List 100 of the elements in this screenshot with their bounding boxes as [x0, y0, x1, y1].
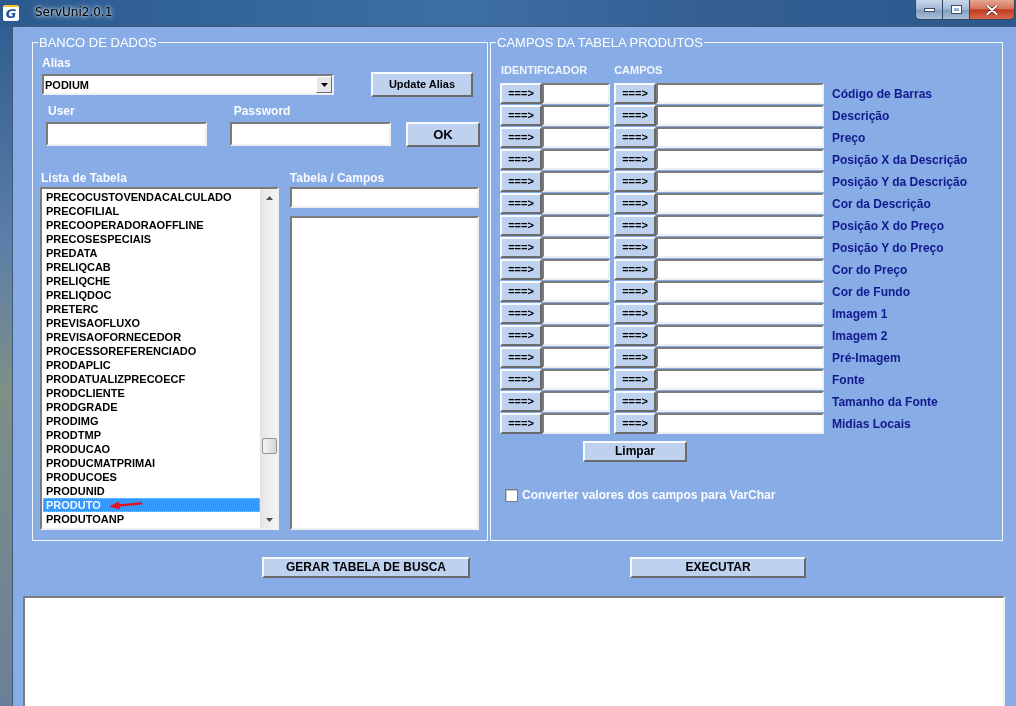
map-button[interactable]: ===>	[614, 149, 656, 170]
map-button[interactable]: ===>	[500, 325, 542, 346]
identifier-field[interactable]	[542, 325, 610, 346]
identifier-field[interactable]	[542, 149, 610, 170]
column-field[interactable]	[656, 369, 824, 390]
identifier-field[interactable]	[542, 83, 610, 104]
scrollbar[interactable]	[260, 189, 277, 528]
map-button[interactable]: ===>	[614, 127, 656, 148]
column-field[interactable]	[656, 215, 824, 236]
list-item[interactable]: PRODUCMATPRIMAI	[43, 456, 260, 470]
list-item[interactable]: PRECOSESPECIAIS	[43, 232, 260, 246]
list-item[interactable]: PRODUNID	[43, 484, 260, 498]
scrollbar-thumb[interactable]	[261, 438, 277, 454]
map-button[interactable]: ===>	[500, 149, 542, 170]
list-item[interactable]: PRECOOPERADORAOFFLINE	[43, 218, 260, 232]
identifier-field[interactable]	[542, 347, 610, 368]
list-item[interactable]: PRODCLIENTE	[43, 386, 260, 400]
list-item[interactable]: PRODAPLIC	[43, 358, 260, 372]
map-button[interactable]: ===>	[614, 325, 656, 346]
list-item[interactable]: PRETERC	[43, 302, 260, 316]
map-button[interactable]: ===>	[500, 127, 542, 148]
list-item[interactable]: PREVISAOFORNECEDOR	[43, 330, 260, 344]
identifier-field[interactable]	[542, 259, 610, 280]
column-field[interactable]	[656, 391, 824, 412]
list-item[interactable]: PRECOFILIAL	[43, 204, 260, 218]
output-text-area[interactable]	[23, 596, 1005, 706]
identifier-field[interactable]	[542, 215, 610, 236]
list-item[interactable]: PRODUCAO	[43, 442, 260, 456]
map-button[interactable]: ===>	[500, 83, 542, 104]
list-item[interactable]: PREDATA	[43, 246, 260, 260]
map-button[interactable]: ===>	[500, 171, 542, 192]
map-button[interactable]: ===>	[614, 259, 656, 280]
column-field[interactable]	[656, 193, 824, 214]
map-button[interactable]: ===>	[614, 193, 656, 214]
list-item[interactable]: PRODGRADE	[43, 400, 260, 414]
column-field[interactable]	[656, 281, 824, 302]
list-item[interactable]: PROCESSOREFERENCIADO	[43, 344, 260, 358]
column-field[interactable]	[656, 259, 824, 280]
column-field[interactable]	[656, 413, 824, 434]
identifier-field[interactable]	[542, 413, 610, 434]
column-field[interactable]	[656, 127, 824, 148]
list-item[interactable]: PRELIQCHE	[43, 274, 260, 288]
ok-button[interactable]: OK	[406, 122, 480, 147]
column-field[interactable]	[656, 83, 824, 104]
map-button[interactable]: ===>	[500, 237, 542, 258]
map-button[interactable]: ===>	[500, 105, 542, 126]
column-field[interactable]	[656, 171, 824, 192]
map-button[interactable]: ===>	[614, 105, 656, 126]
action-button[interactable]: EXECUTAR	[630, 557, 806, 578]
map-button[interactable]: ===>	[614, 413, 656, 434]
column-field[interactable]	[656, 105, 824, 126]
map-button[interactable]: ===>	[500, 391, 542, 412]
maximize-button[interactable]	[943, 0, 970, 20]
map-button[interactable]: ===>	[614, 391, 656, 412]
scroll-up-icon[interactable]	[265, 196, 273, 200]
map-button[interactable]: ===>	[614, 83, 656, 104]
map-button[interactable]: ===>	[500, 281, 542, 302]
map-button[interactable]: ===>	[500, 347, 542, 368]
action-button[interactable]: GERAR TABELA DE BUSCA	[262, 557, 470, 578]
fields-text-area[interactable]	[290, 216, 479, 530]
map-button[interactable]: ===>	[614, 347, 656, 368]
update-alias-button[interactable]: Update Alias	[371, 72, 473, 97]
list-item[interactable]: PRECOCUSTOVENDACALCULADO	[43, 190, 260, 204]
password-field[interactable]	[230, 122, 391, 146]
checkbox[interactable]	[505, 488, 518, 502]
identifier-field[interactable]	[542, 105, 610, 126]
map-button[interactable]: ===>	[500, 215, 542, 236]
user-field[interactable]	[46, 122, 207, 146]
map-button[interactable]: ===>	[500, 413, 542, 434]
identifier-field[interactable]	[542, 127, 610, 148]
map-button[interactable]: ===>	[614, 171, 656, 192]
column-field[interactable]	[656, 325, 824, 346]
identifier-field[interactable]	[542, 303, 610, 324]
map-button[interactable]: ===>	[614, 215, 656, 236]
identifier-field[interactable]	[542, 391, 610, 412]
identifier-field[interactable]	[542, 193, 610, 214]
list-item[interactable]: PREVISAOFLUXO	[43, 316, 260, 330]
scroll-down-icon[interactable]	[265, 518, 273, 522]
list-item[interactable]: PRODUCOES	[43, 470, 260, 484]
map-button[interactable]: ===>	[614, 281, 656, 302]
map-button[interactable]: ===>	[614, 303, 656, 324]
dropdown-button[interactable]	[316, 76, 332, 93]
clear-button[interactable]: Limpar	[583, 441, 687, 462]
identifier-field[interactable]	[542, 281, 610, 302]
list-item[interactable]: PRODTMP	[43, 428, 260, 442]
list-item[interactable]: PRODIMG	[43, 414, 260, 428]
alias-dropdown[interactable]: PODIUM	[42, 74, 334, 95]
map-button[interactable]: ===>	[500, 369, 542, 390]
list-item[interactable]: PRODUTOANP	[43, 512, 260, 526]
table-fields-field[interactable]	[290, 187, 479, 208]
list-item[interactable]: PRELIQDOC	[43, 288, 260, 302]
map-button[interactable]: ===>	[614, 369, 656, 390]
map-button[interactable]: ===>	[500, 259, 542, 280]
column-field[interactable]	[656, 237, 824, 258]
identifier-field[interactable]	[542, 369, 610, 390]
list-item[interactable]: PRODATUALIZPRECOECF	[43, 372, 260, 386]
map-button[interactable]: ===>	[614, 237, 656, 258]
table-list[interactable]	[40, 187, 279, 530]
map-button[interactable]: ===>	[500, 193, 542, 214]
column-field[interactable]	[656, 347, 824, 368]
